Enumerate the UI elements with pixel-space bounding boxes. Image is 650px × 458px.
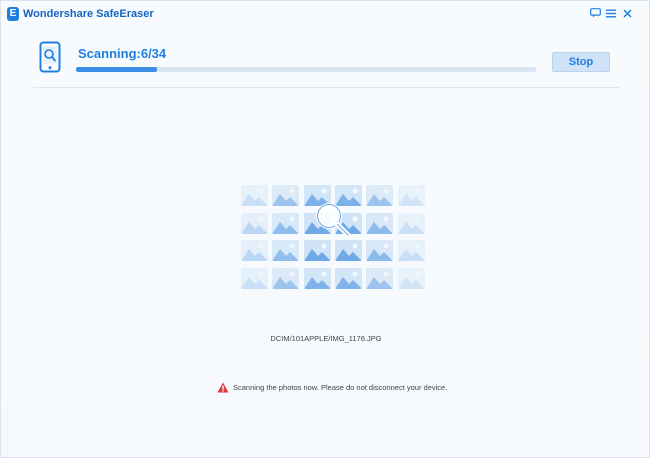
photo-thumbnail-icon (241, 185, 268, 206)
photo-thumbnail-icon (366, 240, 394, 261)
app-title: Wondershare SafeEraser (23, 8, 154, 20)
photo-thumbnail-icon (397, 267, 425, 289)
phone-scan-icon (39, 41, 61, 78)
photo-thumbnail-icon (397, 185, 425, 206)
menu-icon[interactable] (604, 6, 618, 20)
photo-thumbnail-icon (334, 267, 362, 289)
photo-thumbnail-icon (366, 267, 394, 289)
title-bar: E Wondershare SafeEraser (1, 1, 649, 27)
photo-thumbnail-icon (241, 267, 268, 289)
photo-thumbnail-icon (241, 212, 268, 234)
photo-thumbnail-icon (397, 240, 425, 261)
photo-thumbnail-icon (272, 267, 300, 289)
photo-thumbnail-icon (272, 185, 300, 206)
warning-message: Scanning the photos now. Please do not d… (217, 381, 447, 393)
photo-thumbnail-icon (366, 212, 394, 234)
photo-thumbnail-icon (303, 267, 331, 289)
warning-icon (217, 382, 229, 392)
scan-progress-bar (76, 67, 536, 72)
scan-progress-fill (76, 67, 158, 72)
scan-progress-title: Scanning:6/34 (78, 46, 167, 61)
magnifier-icon (314, 201, 354, 246)
close-icon[interactable] (620, 6, 634, 20)
feedback-icon[interactable] (588, 6, 602, 20)
app-logo-icon: E (7, 7, 19, 21)
warning-text: Scanning the photos now. Please do not d… (233, 382, 448, 392)
stop-button[interactable]: Stop (552, 52, 610, 72)
photo-thumbnail-icon (272, 240, 300, 261)
photo-thumbnail-icon (397, 212, 425, 234)
photo-thumbnail-icon (241, 240, 268, 261)
header-divider (33, 87, 620, 88)
photo-thumbnail-icon (366, 185, 394, 206)
current-file-path: DCIM/101APPLE/IMG_1176.JPG (270, 334, 382, 343)
photo-thumbnail-icon (272, 212, 300, 234)
app-window: E Wondershare SafeEraser Scanning:6/34 S… (0, 0, 650, 458)
